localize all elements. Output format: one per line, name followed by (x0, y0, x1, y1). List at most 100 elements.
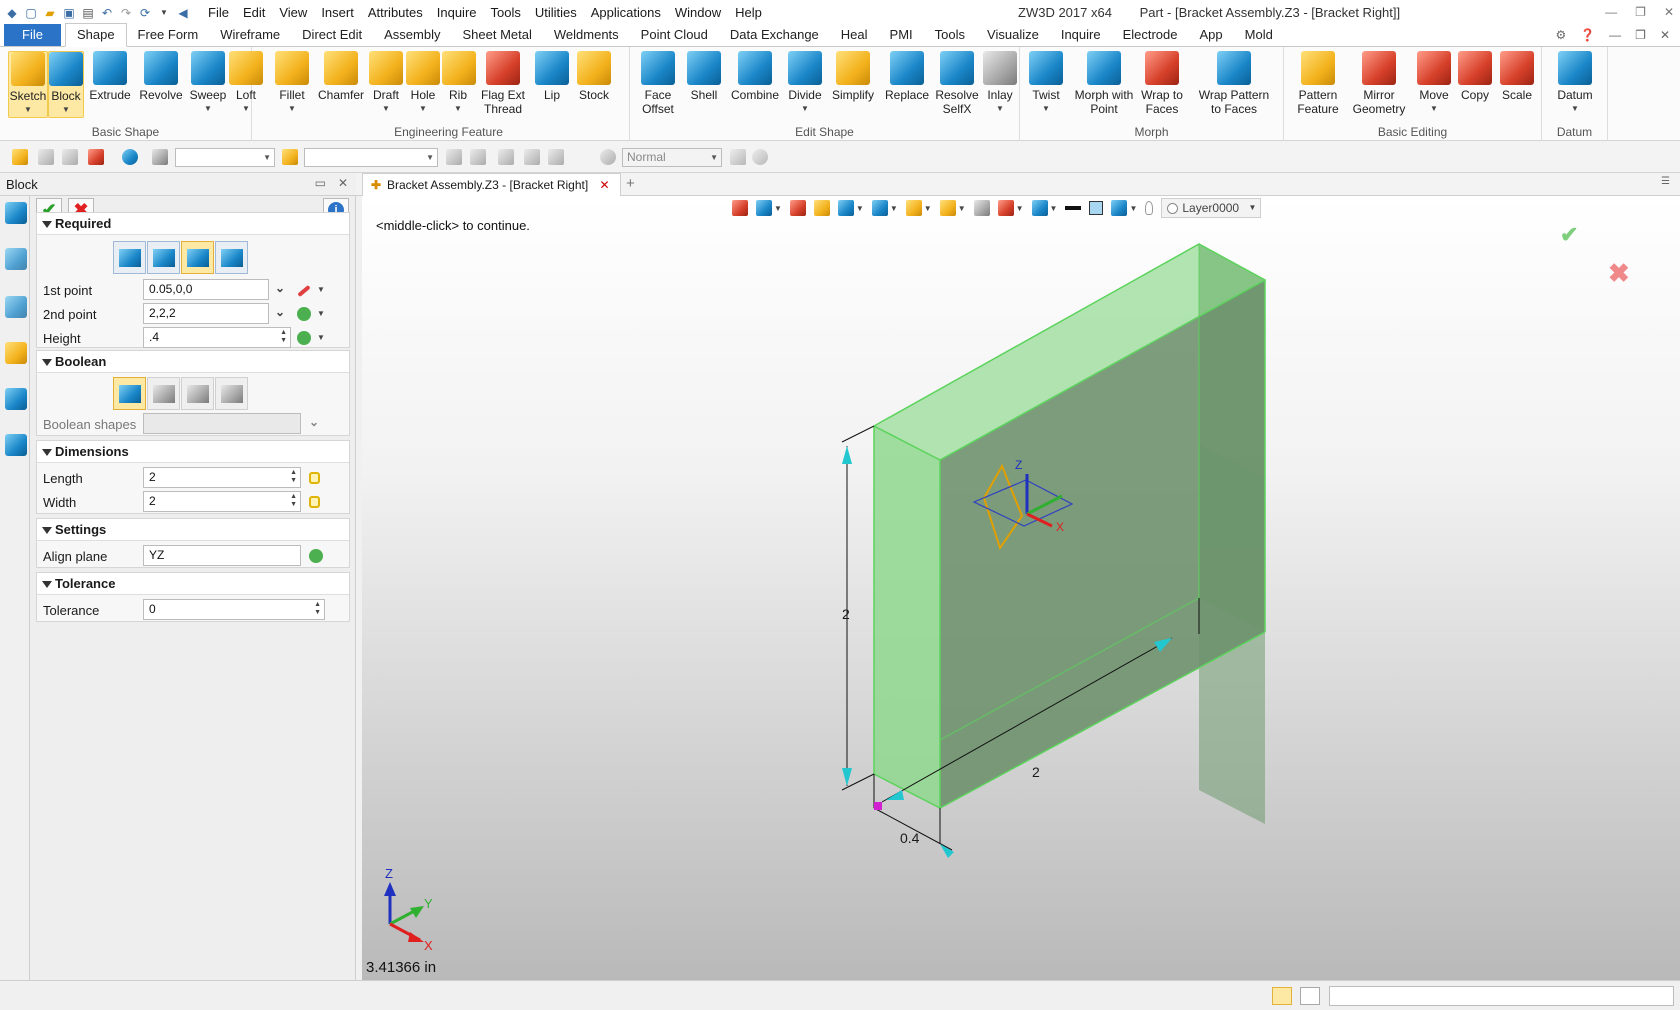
second-point-expand-icon[interactable]: ⌄ (275, 305, 285, 319)
customize-dropdown-icon[interactable]: ▼ (156, 5, 172, 21)
status-layout-icon[interactable] (1272, 987, 1292, 1005)
filter-icon[interactable] (122, 149, 138, 165)
length-arrow-start[interactable] (886, 790, 904, 800)
simplify-button[interactable]: Simplify (828, 51, 878, 102)
open-folder-icon[interactable]: ▰ (42, 5, 58, 21)
boolean-shapes-expand-icon[interactable]: ⌄ (309, 415, 319, 429)
exit-icon[interactable] (732, 200, 748, 216)
face-offset-button[interactable]: Face Offset (634, 51, 682, 116)
measure-dropdown-icon[interactable]: ▼ (1016, 204, 1024, 213)
pick-combo[interactable]: ▼ (304, 148, 438, 167)
filter-dropdown-icon[interactable]: ▼ (958, 204, 966, 213)
panel-close-icon[interactable]: ✕ (338, 176, 348, 190)
first-point-input[interactable]: 0.05,0,0 (143, 279, 269, 300)
line-weight-icon[interactable] (1065, 206, 1082, 210)
settings-gear-icon[interactable]: ⚙ (1555, 28, 1566, 42)
align-icon[interactable] (446, 149, 462, 165)
menu-item-tools[interactable]: Tools (484, 0, 528, 25)
pick-mode-icon[interactable] (282, 149, 298, 165)
render-mode-dropdown-icon[interactable]: ▼ (890, 204, 898, 213)
eraser-icon[interactable] (789, 200, 806, 216)
twist-button[interactable]: Twist ▼ (1028, 51, 1064, 116)
color-swatch-icon[interactable] (1089, 201, 1104, 215)
wire-cube-icon[interactable] (905, 200, 922, 216)
menu-item-inquire[interactable]: Inquire (430, 0, 484, 25)
close-icon[interactable]: ✕ (1664, 0, 1674, 25)
block-type-center-option[interactable] (147, 241, 180, 274)
second-point-input[interactable]: 2,2,2 (143, 303, 269, 324)
boolean-remove-option[interactable] (181, 377, 214, 410)
menu-item-view[interactable]: View (272, 0, 314, 25)
extrude-button[interactable]: Extrude (88, 51, 132, 102)
tab-shape[interactable]: Shape (64, 23, 127, 47)
cube-yellow-icon[interactable] (813, 200, 830, 216)
tab-mold[interactable]: Mold (1234, 24, 1284, 46)
height-dimension-label[interactable]: 2 (842, 606, 850, 622)
resolve-selfx-button[interactable]: Resolve SelfX (934, 51, 980, 116)
morph-with-point-button[interactable]: Morph with Point (1072, 51, 1136, 116)
wrap-to-faces-button[interactable]: Wrap to Faces (1138, 51, 1186, 116)
view-orient-icon[interactable] (756, 200, 772, 216)
block-type-height-option[interactable] (181, 241, 214, 274)
tab-direct-edit[interactable]: Direct Edit (291, 24, 373, 46)
layer-visibility-icon[interactable] (1111, 200, 1128, 216)
lightbulb-icon[interactable] (1145, 201, 1154, 215)
mirror-geometry-button[interactable]: Mirror Geometry (1348, 51, 1410, 116)
height-arrow-top[interactable] (842, 446, 852, 464)
wire-dropdown-icon[interactable]: ▼ (924, 204, 932, 213)
height-input[interactable]: .4 ▲ ▼ (143, 327, 291, 348)
thickness-dimension-label[interactable]: 0.4 (900, 830, 919, 846)
restore-doc-icon[interactable]: ❐ (1635, 28, 1646, 42)
boolean-base-option[interactable] (113, 377, 146, 410)
document-close-icon[interactable]: ✕ (600, 178, 610, 192)
flag-icon[interactable] (152, 149, 168, 165)
undo-icon[interactable]: ↶ (99, 5, 115, 21)
new-file-icon[interactable]: ▢ (23, 5, 39, 21)
minimize-icon[interactable]: — (1605, 0, 1617, 25)
width-input[interactable]: 2 ▲ ▼ (143, 491, 301, 512)
view-manager-icon[interactable] (5, 388, 27, 410)
viewport-canvas[interactable] (362, 196, 1680, 980)
align-plane-pick-icon[interactable] (309, 549, 323, 563)
close-doc-icon[interactable]: ✕ (1660, 28, 1670, 42)
height-pick-icon[interactable] (297, 331, 311, 345)
tab-data-exchange[interactable]: Data Exchange (719, 24, 830, 46)
feature-block-icon[interactable] (5, 202, 27, 224)
gear-tool-icon[interactable] (752, 149, 768, 165)
tolerance-spinner[interactable]: ▲ ▼ (314, 601, 321, 617)
snap-icon[interactable] (88, 149, 104, 165)
command-input[interactable] (1329, 986, 1674, 1006)
tab-app[interactable]: App (1189, 24, 1234, 46)
second-point-pick-icon[interactable] (297, 307, 311, 321)
block-type-corner-option[interactable] (113, 241, 146, 274)
revolve-button[interactable]: Revolve (138, 51, 184, 102)
tabs-dropdown-icon[interactable]: ☰ (1661, 176, 1670, 187)
minus-icon[interactable] (62, 149, 78, 165)
pin-icon[interactable] (548, 149, 564, 165)
menu-item-window[interactable]: Window (668, 0, 728, 25)
second-point-dropdown-icon[interactable]: ▼ (317, 309, 325, 318)
document-tab[interactable]: ✚ Bracket Assembly.Z3 - [Bracket Right] … (362, 173, 621, 196)
hole-button[interactable]: Hole ▼ (406, 51, 440, 116)
inlay-button[interactable]: Inlay ▼ (982, 51, 1018, 116)
menu-item-applications[interactable]: Applications (584, 0, 668, 25)
menu-item-file[interactable]: File (201, 0, 236, 25)
flag-ext-thread-button[interactable]: Flag Ext Thread (476, 51, 530, 116)
chamfer-button[interactable]: Chamfer (316, 51, 366, 102)
tolerance-input[interactable]: 0 ▲ ▼ (143, 599, 325, 620)
menu-item-edit[interactable]: Edit (236, 0, 272, 25)
loft-button[interactable]: Loft ▼ (228, 51, 264, 116)
width-spinner[interactable]: ▲ ▼ (290, 493, 297, 509)
origin-marker[interactable] (874, 802, 882, 810)
tab-inquire[interactable]: Inquire (1050, 24, 1112, 46)
new-tab-icon[interactable]: + (626, 175, 635, 192)
tab-visualize[interactable]: Visualize (976, 24, 1050, 46)
section-settings-header[interactable]: Settings (37, 519, 349, 541)
length-input[interactable]: 2 ▲ ▼ (143, 467, 301, 488)
tab-heal[interactable]: Heal (830, 24, 879, 46)
block-front-face[interactable] (874, 426, 940, 808)
layer-combo[interactable]: Layer0000 ▼ (1161, 198, 1262, 218)
wrap-pattern-button[interactable]: Wrap Pattern to Faces (1188, 51, 1280, 116)
sweep-button[interactable]: Sweep ▼ (188, 51, 228, 116)
boolean-shapes-input[interactable] (143, 413, 301, 434)
